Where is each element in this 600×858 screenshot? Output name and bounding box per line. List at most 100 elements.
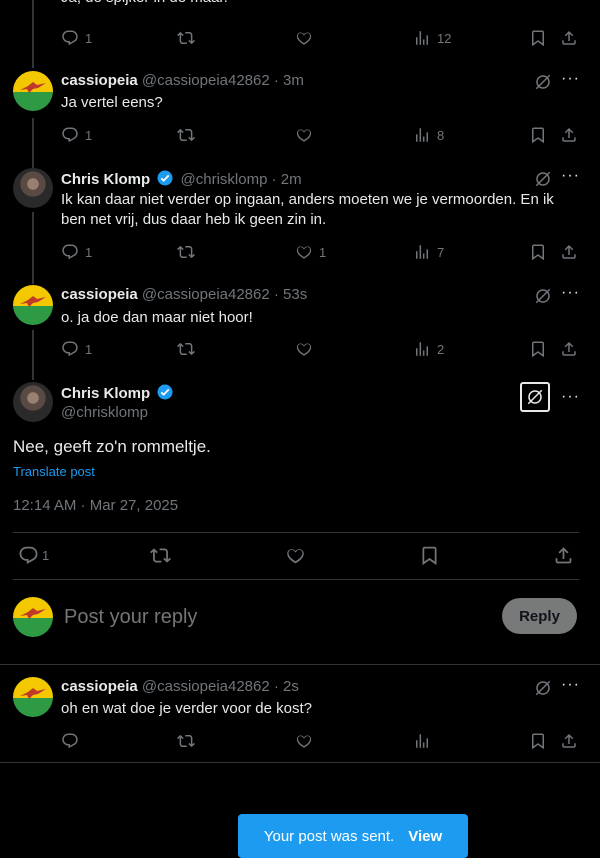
repost-button[interactable]: [177, 126, 195, 144]
avatar[interactable]: [13, 71, 53, 111]
post-time[interactable]: · 2m: [272, 171, 302, 188]
share-button[interactable]: [560, 340, 578, 358]
reply-input[interactable]: [62, 602, 486, 632]
repost-icon: [177, 29, 195, 47]
bookmark-button[interactable]: [529, 126, 547, 144]
views-button[interactable]: 7: [413, 243, 444, 261]
user-name[interactable]: cassiopeia: [61, 286, 138, 303]
share-button[interactable]: [553, 545, 574, 566]
divider: [0, 762, 600, 763]
repost-button[interactable]: [177, 732, 195, 750]
grok-icon[interactable]: [534, 287, 552, 305]
like-button[interactable]: [295, 340, 313, 358]
like-button[interactable]: [295, 126, 313, 144]
post-text: Ja vertel eens?: [61, 94, 163, 111]
flag-icon: [19, 686, 47, 702]
post-actions: 1 2: [61, 340, 581, 360]
grok-icon[interactable]: [534, 73, 552, 91]
more-icon[interactable]: ···: [561, 388, 580, 406]
toast-message: Your post was sent.: [263, 827, 395, 845]
user-name[interactable]: cassiopeia: [61, 678, 138, 695]
user-name[interactable]: cassiopeia: [61, 72, 138, 89]
more-icon[interactable]: ···: [561, 167, 580, 185]
reply-icon: [61, 732, 79, 750]
post-time[interactable]: · 2s: [274, 678, 299, 695]
bookmark-icon: [419, 545, 440, 566]
like-button[interactable]: [295, 732, 313, 750]
repost-button[interactable]: [150, 545, 171, 566]
avatar[interactable]: [13, 677, 53, 717]
views-button[interactable]: 8: [413, 126, 444, 144]
post-header: cassiopeia @cassiopeia42862 · 3m: [61, 72, 304, 89]
bookmark-button[interactable]: [529, 243, 547, 261]
grok-icon[interactable]: [534, 170, 552, 188]
like-button[interactable]: 1: [295, 243, 326, 261]
user-handle[interactable]: @cassiopeia42862: [142, 286, 270, 303]
views-button[interactable]: 12: [413, 29, 451, 47]
translate-link[interactable]: Translate post: [13, 464, 95, 479]
heart-icon: [295, 243, 313, 261]
avatar[interactable]: [13, 382, 53, 422]
user-name[interactable]: Chris Klomp: [61, 385, 150, 402]
grok-icon: [526, 388, 544, 406]
bookmark-icon: [529, 340, 547, 358]
bookmark-button[interactable]: [419, 545, 440, 566]
repost-button[interactable]: [177, 29, 195, 47]
views-button[interactable]: 2: [413, 340, 444, 358]
views-icon: [413, 732, 431, 750]
flag-icon: [19, 80, 47, 96]
like-button[interactable]: [295, 29, 313, 47]
avatar[interactable]: [13, 168, 53, 208]
user-handle[interactable]: @cassiopeia42862: [142, 72, 270, 89]
post-header: Chris Klomp @chrisklomp · 2m: [61, 169, 302, 188]
grok-button[interactable]: [520, 382, 550, 412]
bookmark-button[interactable]: [529, 340, 547, 358]
share-button[interactable]: [560, 29, 578, 47]
views-icon: [413, 29, 431, 47]
more-icon[interactable]: ···: [561, 70, 580, 88]
reply-button[interactable]: 1: [61, 243, 92, 261]
reply-icon: [61, 126, 79, 144]
like-button[interactable]: [285, 545, 306, 566]
grok-icon[interactable]: [534, 679, 552, 697]
user-handle[interactable]: @chrisklomp: [61, 404, 148, 421]
more-icon[interactable]: ···: [561, 284, 580, 302]
repost-button[interactable]: [177, 340, 195, 358]
bookmark-button[interactable]: [529, 732, 547, 750]
user-handle[interactable]: @cassiopeia42862: [142, 678, 270, 695]
share-icon: [560, 29, 578, 47]
user-handle[interactable]: @chrisklomp: [181, 171, 268, 188]
user-name[interactable]: Chris Klomp: [61, 171, 150, 188]
views-button[interactable]: [413, 732, 431, 750]
post-time[interactable]: · 53s: [274, 286, 307, 303]
post-time[interactable]: · 3m: [274, 72, 304, 89]
avatar[interactable]: [13, 285, 53, 325]
reply-button[interactable]: Reply: [502, 598, 577, 634]
views-icon: [413, 340, 431, 358]
share-button[interactable]: [560, 243, 578, 261]
toast-view-link[interactable]: View: [408, 828, 442, 845]
reply-button[interactable]: [61, 732, 79, 750]
reply-button[interactable]: 1: [61, 340, 92, 358]
post-actions: [61, 732, 581, 752]
flag-icon: [19, 294, 47, 310]
thread-line: [32, 0, 34, 68]
bookmark-button[interactable]: [529, 29, 547, 47]
bookmark-icon: [529, 732, 547, 750]
more-icon[interactable]: ···: [561, 676, 580, 694]
main-post-text: Nee, geeft zo'n rommeltje.: [13, 437, 211, 456]
reply-button[interactable]: 1: [61, 126, 92, 144]
reply-button[interactable]: 1: [18, 545, 49, 566]
bookmark-icon: [529, 29, 547, 47]
repost-button[interactable]: [177, 243, 195, 261]
post-header: cassiopeia @cassiopeia42862 · 2s: [61, 678, 299, 695]
post-header: cassiopeia @cassiopeia42862 · 53s: [61, 286, 307, 303]
share-button[interactable]: [560, 732, 578, 750]
verified-icon: [157, 170, 173, 186]
share-button[interactable]: [560, 126, 578, 144]
post-timestamp[interactable]: 12:14 AM · Mar 27, 2025: [13, 497, 178, 514]
flag-icon: [19, 606, 47, 622]
post-header: Chris Klomp: [61, 383, 176, 402]
heart-icon: [295, 732, 313, 750]
reply-button[interactable]: 1: [61, 29, 92, 47]
